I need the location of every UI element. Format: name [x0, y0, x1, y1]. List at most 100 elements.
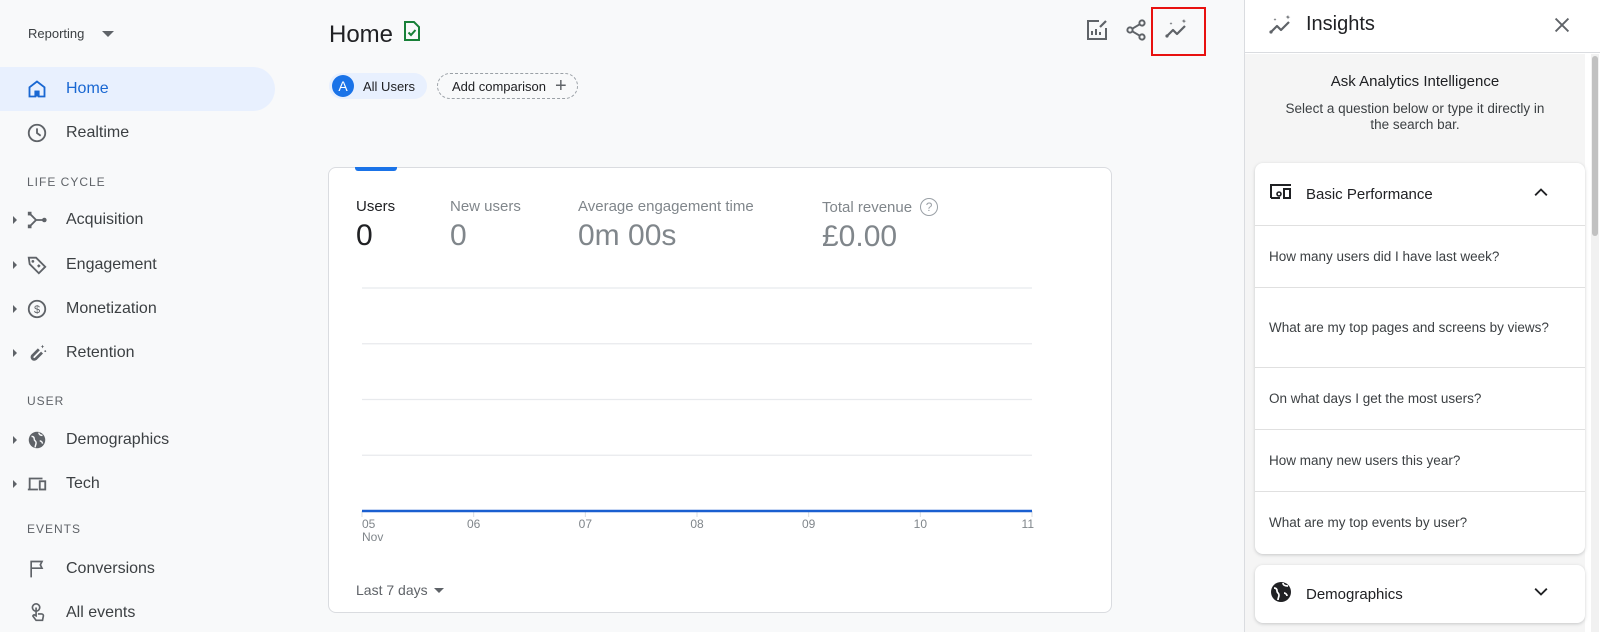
metric-name-row: Total revenue ?: [822, 198, 939, 216]
accordion-header[interactable]: Basic Performance: [1255, 163, 1585, 226]
insights-header: Insights: [1245, 0, 1600, 53]
x-tick-sublabel: Nov: [362, 530, 383, 544]
sidebar-item-label: Monetization: [66, 300, 157, 317]
chevron-down-icon: [1531, 582, 1551, 607]
sidebar-item-conversions[interactable]: Conversions: [0, 547, 275, 591]
metric-users[interactable]: Users 0: [356, 198, 395, 253]
question-item[interactable]: What are my top pages and screens by vie…: [1255, 288, 1585, 368]
reporting-dropdown[interactable]: Reporting: [28, 26, 115, 41]
sidebar-item-realtime[interactable]: Realtime: [0, 111, 275, 155]
sidebar-item-label: Tech: [66, 475, 100, 492]
acquisition-icon: [26, 209, 48, 231]
metric-name: Average engagement time: [578, 198, 754, 215]
metric-new-users[interactable]: New users 0: [450, 198, 521, 253]
overview-card: Users 0 New users 0 Average engagement t…: [328, 167, 1112, 613]
ask-subtitle: Select a question below or type it direc…: [1285, 101, 1545, 132]
sidebar-item-home[interactable]: Home: [0, 67, 275, 111]
x-tick-label: 06: [467, 517, 481, 531]
metric-name: Total revenue: [822, 198, 913, 216]
sidebar-item-tech[interactable]: Tech: [0, 462, 275, 506]
help-icon[interactable]: ?: [920, 198, 939, 216]
selected-tab-indicator: [355, 167, 397, 171]
sidebar-item-label: Retention: [66, 344, 135, 361]
expand-arrow-icon[interactable]: [13, 305, 17, 313]
question-item[interactable]: What are my top events by user?: [1255, 492, 1585, 554]
metric-value: 0: [356, 219, 373, 252]
insights-body: Ask Analytics Intelligence Select a ques…: [1245, 54, 1585, 632]
page-title-row: Home: [329, 20, 421, 49]
expand-arrow-icon[interactable]: [13, 436, 17, 444]
ask-title: Ask Analytics Intelligence: [1330, 73, 1500, 90]
sidebar: Reporting Home Realtime LIFE CYCLE Acqui…: [0, 0, 290, 632]
segment-chip-all-users[interactable]: A All Users: [329, 73, 428, 99]
metric-value: 0: [450, 219, 467, 252]
metric-name: Users: [356, 198, 396, 215]
scrollbar-thumb[interactable]: [1592, 56, 1598, 236]
devices-icon: [26, 473, 48, 495]
x-tick-label: 05: [362, 517, 376, 531]
segment-label: All Users: [363, 78, 416, 94]
flag-icon: [26, 558, 48, 580]
globe-icon: [1269, 580, 1293, 609]
customize-report-icon: [1085, 18, 1109, 47]
expand-arrow-icon[interactable]: [13, 216, 17, 224]
caret-down-icon: [102, 30, 115, 37]
expand-arrow-icon[interactable]: [13, 349, 17, 357]
clock-icon: [26, 122, 48, 144]
saved-document-icon: [403, 20, 421, 49]
globe-icon: [26, 429, 48, 451]
svg-text:$: $: [34, 304, 40, 316]
date-range-dropdown[interactable]: Last 7 days: [356, 582, 444, 598]
x-tick-label: 07: [579, 517, 593, 531]
x-tick-label: 08: [690, 517, 704, 531]
insights-highlight-box: [1151, 7, 1206, 56]
share-icon: [1124, 18, 1148, 47]
accordion-basic-performance: Basic Performance How many users did I h…: [1255, 163, 1585, 554]
metric-value: 0m 00s: [578, 219, 677, 252]
page-title: Home: [329, 20, 394, 48]
insights-title: Insights: [1306, 13, 1375, 35]
sidebar-item-label: Conversions: [66, 560, 155, 577]
dollar-icon: $: [26, 298, 48, 320]
sidebar-item-label: Demographics: [66, 431, 170, 448]
accordion-label: Basic Performance: [1306, 185, 1433, 203]
tag-icon: [26, 254, 48, 276]
date-range-label: Last 7 days: [356, 582, 428, 598]
reporting-label: Reporting: [28, 26, 85, 41]
close-icon[interactable]: [1551, 14, 1573, 41]
expand-arrow-icon[interactable]: [13, 480, 17, 488]
question-item[interactable]: How many new users this year?: [1255, 430, 1585, 492]
sidebar-item-engagement[interactable]: Engagement: [0, 243, 275, 287]
segment-avatar: A: [332, 75, 354, 97]
sidebar-item-all-events[interactable]: All events: [0, 591, 275, 632]
users-line-chart: 05 06 07 08 09 10 11 Nov: [361, 287, 1034, 544]
section-lifecycle: LIFE CYCLE: [27, 175, 106, 189]
insights-panel: Insights Ask Analytics Intelligence Sele…: [1244, 0, 1600, 632]
question-item[interactable]: On what days I get the most users?: [1255, 368, 1585, 430]
chevron-up-icon: [1531, 182, 1551, 207]
insights-scrollbar[interactable]: [1591, 54, 1599, 632]
share-button[interactable]: [1123, 18, 1149, 47]
devices-icon: [1269, 181, 1293, 208]
x-tick-label: 09: [802, 517, 816, 531]
section-events: EVENTS: [27, 522, 82, 536]
sidebar-item-acquisition[interactable]: Acquisition: [0, 198, 275, 242]
question-item[interactable]: How many users did I have last week?: [1255, 226, 1585, 288]
sidebar-item-retention[interactable]: Retention: [0, 331, 275, 375]
metric-avg-engagement-time[interactable]: Average engagement time 0m 00s: [578, 198, 754, 253]
section-user: USER: [27, 394, 65, 408]
x-tick-label: 10: [914, 517, 928, 531]
touch-icon: [26, 602, 48, 624]
metric-total-revenue[interactable]: Total revenue ? £0.00: [822, 198, 939, 254]
sidebar-item-demographics[interactable]: Demographics: [0, 418, 275, 462]
sidebar-item-monetization[interactable]: $ Monetization: [0, 287, 275, 331]
add-comparison-label: Add comparison: [452, 78, 546, 94]
add-comparison-button[interactable]: Add comparison +: [437, 73, 578, 99]
expand-arrow-icon[interactable]: [13, 261, 17, 269]
customize-report-button[interactable]: [1084, 19, 1110, 45]
caret-down-icon: [433, 587, 444, 593]
sidebar-item-label: Home: [66, 80, 109, 97]
accordion-label: Demographics: [1306, 585, 1403, 603]
sidebar-item-label: Realtime: [66, 124, 130, 141]
accordion-header[interactable]: Demographics: [1255, 565, 1585, 623]
